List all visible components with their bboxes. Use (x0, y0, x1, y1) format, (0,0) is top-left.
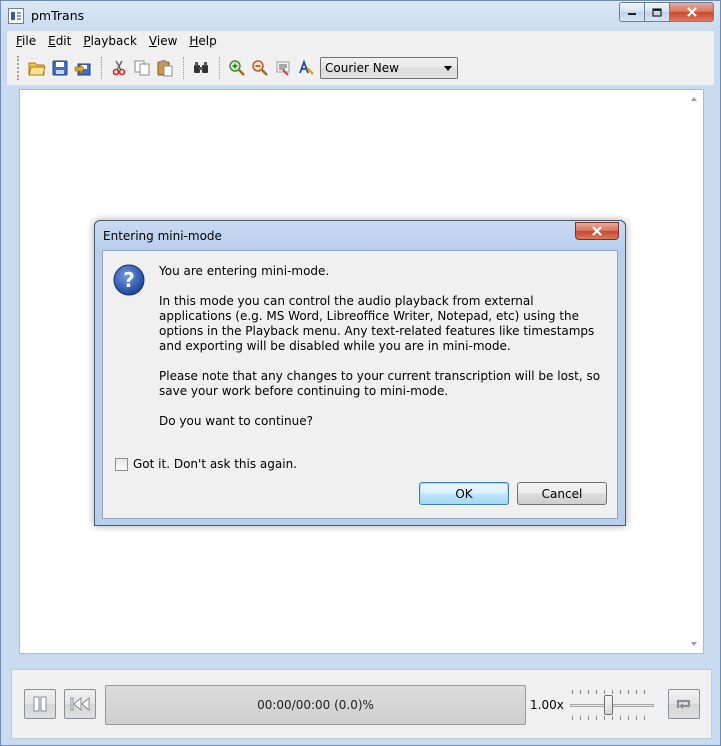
mini-mode-dialog: Entering mini-mode ? You are entering mi… (94, 220, 626, 526)
speed-slider[interactable] (570, 690, 654, 720)
toolbar: Courier New (7, 51, 714, 85)
font-select[interactable]: Courier New (320, 57, 458, 79)
menu-bar: File Edit Playback View Help (7, 31, 714, 51)
slider-ticks (572, 716, 652, 720)
ok-button[interactable]: OK (419, 482, 509, 505)
paste-button[interactable] (154, 57, 176, 79)
scroll-up-icon[interactable] (691, 97, 697, 101)
minimize-button[interactable] (619, 2, 645, 22)
font-color-icon (299, 59, 314, 75)
menu-help[interactable]: Help (183, 31, 222, 51)
pause-icon (33, 696, 47, 712)
toolbar-separator (183, 57, 184, 79)
copy-icon (134, 60, 150, 76)
editor-scrollbar[interactable] (686, 90, 703, 653)
loop-button[interactable] (668, 689, 700, 719)
menu-playback[interactable]: Playback (77, 31, 143, 51)
paste-icon (157, 60, 173, 77)
checkbox-label: Got it. Don't ask this again. (133, 457, 297, 471)
save-button[interactable] (49, 57, 71, 79)
chevron-down-icon (444, 66, 452, 71)
close-button[interactable] (670, 2, 714, 22)
player-panel: 00:00/00:00 (0.0)% 1.00x (11, 669, 712, 739)
font-color-button[interactable] (295, 57, 317, 79)
checkbox-box[interactable] (115, 457, 128, 471)
progress-text: 00:00/00:00 (0.0)% (257, 698, 374, 712)
slider-thumb[interactable] (604, 695, 613, 715)
zoom-out-icon (252, 60, 268, 76)
open-button[interactable] (26, 57, 48, 79)
window-title: pmTrans (31, 8, 85, 23)
toolbar-grip[interactable] (17, 56, 20, 80)
app-icon (8, 8, 24, 24)
maximize-button[interactable] (645, 2, 670, 22)
svg-text:?: ? (123, 268, 135, 292)
slider-ticks (572, 690, 652, 694)
close-icon (592, 226, 602, 236)
dialog-body: ? You are entering mini-mode. In this mo… (102, 250, 618, 519)
loop-icon (676, 699, 691, 709)
background-color-icon (276, 61, 290, 76)
playback-progress[interactable]: 00:00/00:00 (0.0)% (105, 685, 526, 725)
cancel-button[interactable]: Cancel (517, 482, 607, 505)
save-as-button[interactable] (72, 57, 94, 79)
question-icon: ? (113, 264, 145, 296)
save-as-icon (74, 63, 91, 76)
menu-view[interactable]: View (143, 31, 183, 51)
title-bar[interactable]: pmTrans (1, 1, 720, 31)
toolbar-separator (101, 57, 102, 79)
maximize-icon (652, 7, 662, 17)
scroll-down-icon[interactable] (691, 642, 697, 646)
find-button[interactable] (190, 57, 212, 79)
open-icon (28, 62, 46, 76)
cut-icon (112, 60, 126, 76)
speed-label: 1.00x (530, 698, 564, 712)
pause-button[interactable] (24, 689, 56, 719)
dialog-title: Entering mini-mode (103, 229, 222, 243)
dont-ask-checkbox[interactable]: Got it. Don't ask this again. (115, 457, 297, 471)
copy-button[interactable] (131, 57, 153, 79)
minimize-icon (628, 13, 636, 15)
rewind-icon (70, 696, 90, 712)
toolbar-separator (219, 57, 220, 79)
menu-edit[interactable]: Edit (42, 31, 77, 51)
save-icon (52, 60, 68, 76)
background-color-button[interactable] (272, 57, 294, 79)
dialog-paragraph: You are entering mini-mode. (159, 264, 330, 278)
dialog-paragraph: Please note that any changes to your cur… (159, 369, 601, 398)
dialog-paragraph: In this mode you can control the audio p… (159, 294, 595, 353)
menu-file[interactable]: File (10, 31, 42, 51)
dialog-message: You are entering mini-mode. In this mode… (159, 264, 609, 444)
find-icon (194, 62, 208, 73)
close-icon (686, 7, 697, 17)
cut-button[interactable] (108, 57, 130, 79)
zoom-out-button[interactable] (249, 57, 271, 79)
rewind-button[interactable] (64, 689, 96, 719)
font-select-value: Courier New (325, 61, 399, 75)
zoom-in-button[interactable] (226, 57, 248, 79)
zoom-in-icon (229, 60, 245, 76)
dialog-close-button[interactable] (575, 222, 619, 240)
dialog-paragraph: Do you want to continue? (159, 414, 313, 428)
